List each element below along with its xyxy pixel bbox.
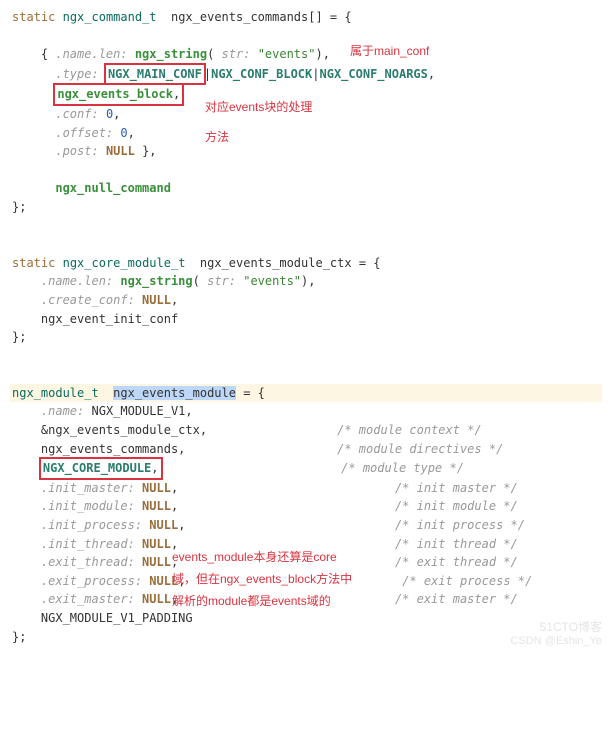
annotation-events-block-1: 对应events块的处理 [205,98,312,117]
comment: /* init process */ [395,518,525,532]
comment: /* exit master */ [395,592,518,606]
null-command: ngx_null_command [12,181,171,195]
highlight-events-block: ngx_events_block, [53,83,184,106]
string-literal: "events" [258,47,316,61]
macro-core-module: NGX_CORE_MODULE [43,461,151,475]
comment: /* module directives */ [337,442,503,456]
annotation-core-1: events_module本身还算是core [172,548,337,567]
keyword-static: static [12,10,55,24]
field-init-module: .init_module: [41,499,135,513]
field-name: .name.len: [41,274,113,288]
num-zero: 0 [99,107,113,121]
func-call: ngx_string [113,274,192,288]
null-literal: NULL [135,481,171,495]
close-brace: }; [12,200,26,214]
field-type: .type: [55,67,98,81]
type-hint: str: [207,274,236,288]
field-init-thread: .init_thread: [41,537,135,551]
macro-main-conf: NGX_MAIN_CONF [108,67,202,81]
comment: /* init module */ [395,499,518,513]
highlight-core-module: NGX_CORE_MODULE, [39,457,163,480]
comment: /* init thread */ [395,537,518,551]
annotation-events-block-2: 方法 [205,128,229,147]
close-brace: }; [12,630,26,644]
type-name: ngx_command_t [63,10,157,24]
field-name: .name.len: [55,47,127,61]
field-create-conf: .create_conf: [41,293,135,307]
annotation-core-2: 域，但在ngx_events_block方法中 [172,570,352,589]
null-literal: NULL [142,518,178,532]
field-post: .post: [55,144,98,158]
highlighted-line: ngx_module_t ngx_events_module = { [10,384,602,403]
field-exit-process: .exit_process: [41,574,142,588]
null-literal: NULL [135,293,171,307]
comment: /* module context */ [337,423,482,437]
commands-ref: ngx_events_commands, [41,442,186,456]
null-literal: NULL [135,592,171,606]
null-literal: NULL [99,144,135,158]
type-hint: str: [222,47,251,61]
selected-text: ngx_events_module [113,386,236,400]
field-exit-master: .exit_master: [41,592,135,606]
field-name: .name: [41,404,84,418]
highlight-main-conf: NGX_MAIN_CONF [104,63,206,86]
string-literal: "events" [243,274,301,288]
field-init-process: .init_process: [41,518,142,532]
watermark-csdn: CSDN @Eshin_Ye [511,633,602,650]
comment: /* exit process */ [402,574,532,588]
var-decl: ngx_events_commands[] = { [171,10,352,24]
keyword-static: static [12,256,55,270]
func-events-block: ngx_events_block [57,87,173,101]
macro-conf-block: NGX_CONF_BLOCK [211,67,312,81]
field-offset: .offset: [55,126,113,140]
close-brace: }; [12,330,26,344]
field-conf: .conf: [55,107,98,121]
comment: /* init master */ [395,481,518,495]
annotation-core-3: 解析的module都是events域的 [172,592,331,611]
field-init-master: .init_master: [41,481,135,495]
macro-conf-noargs: NGX_CONF_NOARGS [320,67,428,81]
comment: /* exit thread */ [395,555,518,569]
type-name: ngx_core_module_t [63,256,186,270]
null-literal: NULL [135,537,171,551]
init-conf: ngx_event_init_conf [12,312,178,326]
null-literal: NULL [135,555,171,569]
comment: /* module type */ [341,461,464,475]
module-padding: NGX_MODULE_V1_PADDING [12,611,193,625]
null-literal: NULL [135,499,171,513]
var-decl: ngx_events_module_ctx = { [185,256,380,270]
num-zero: 0 [113,126,127,140]
annotation-main-conf: 属于main_conf [350,42,429,61]
func-call: ngx_string [128,47,207,61]
code-block-2: static ngx_core_module_t ngx_events_modu… [12,254,600,347]
module-v1: NGX_MODULE_V1, [84,404,192,418]
field-exit-thread: .exit_thread: [41,555,135,569]
module-ctx-ref: &ngx_events_module_ctx, [41,423,207,437]
type-name: ngx_module_t [12,386,99,400]
